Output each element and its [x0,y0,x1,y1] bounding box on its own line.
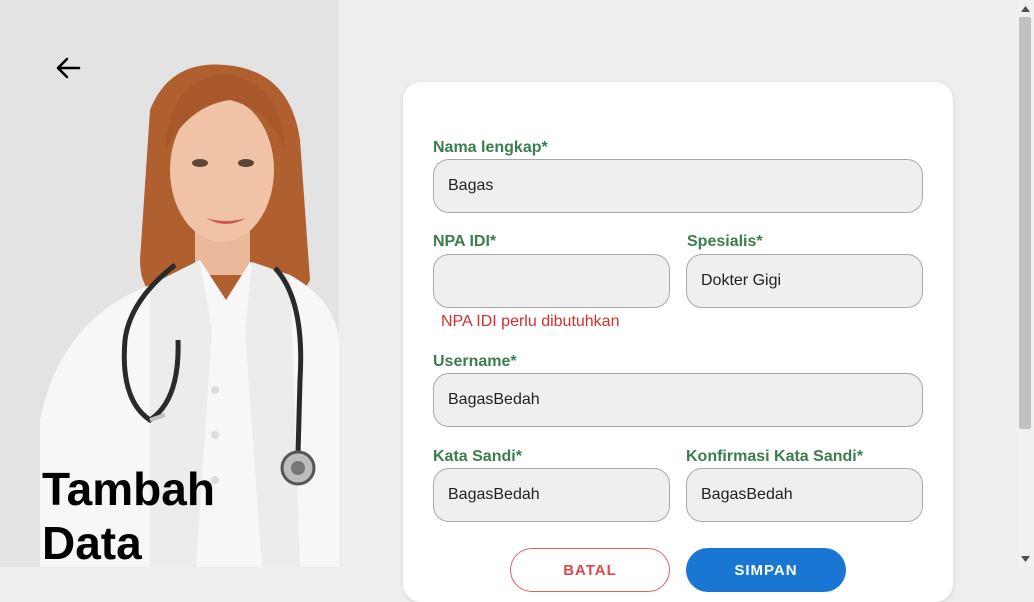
arrow-left-icon [56,57,81,79]
specialist-input[interactable] [686,254,923,308]
save-button[interactable]: SIMPAN [686,548,846,592]
username-input[interactable] [433,373,923,427]
password-input[interactable] [433,468,670,522]
form-card: Nama lengkap* NPA IDI* NPA IDI perlu dib… [403,82,953,602]
confirm-password-label: Konfirmasi Kata Sandi* [686,448,863,465]
specialist-label: Spesialis* [687,233,763,250]
password-label: Kata Sandi* [433,448,522,465]
cancel-button[interactable]: BATAL [510,548,670,592]
doctor-photo-panel: Tambah Data [0,0,339,567]
scrollbar-thumb[interactable] [1019,17,1031,429]
confirm-password-input[interactable] [686,468,923,522]
full-name-input[interactable] [433,159,923,213]
scroll-down-icon[interactable] [1017,550,1034,567]
page-title: Tambah Data [42,463,215,567]
npa-idi-label: NPA IDI* [433,233,497,250]
vertical-scrollbar[interactable] [1017,0,1034,567]
scroll-up-icon[interactable] [1017,0,1034,17]
npa-idi-input[interactable] [433,254,670,308]
username-label: Username* [433,353,517,370]
full-name-label: Nama lengkap* [433,139,548,156]
back-button[interactable] [50,50,86,86]
npa-idi-error: NPA IDI perlu dibutuhkan [441,313,620,330]
